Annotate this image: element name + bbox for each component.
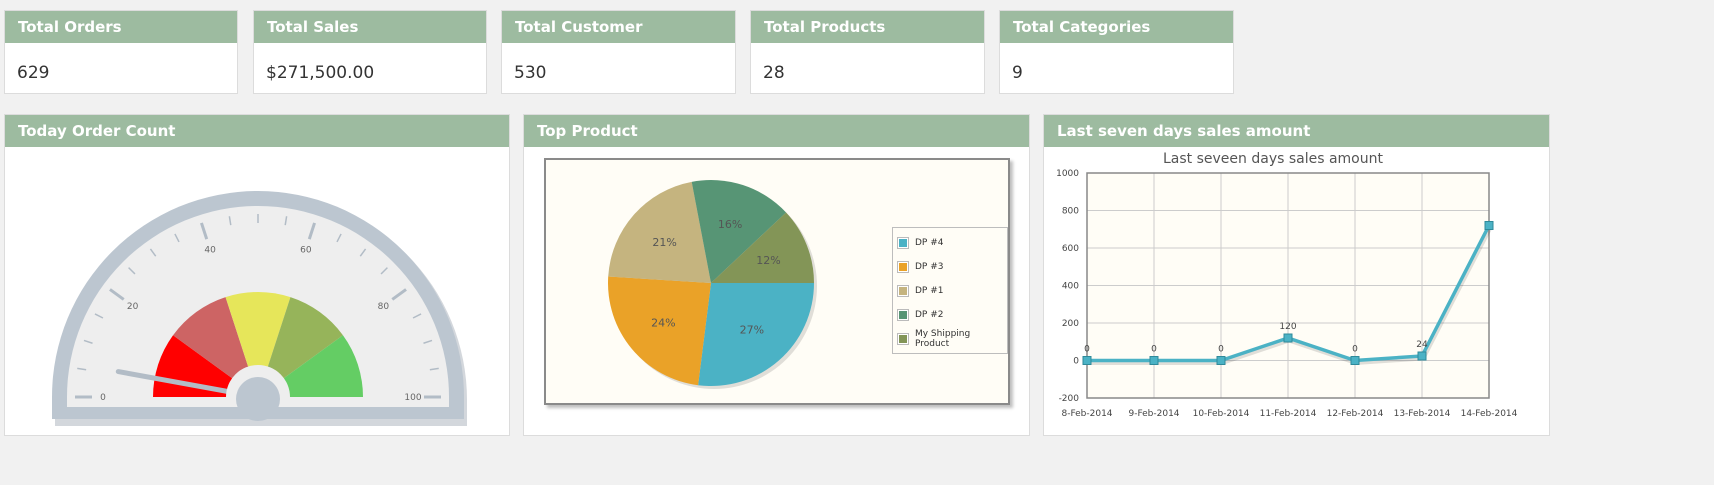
pie-legend: DP #4 DP #3 DP #1 DP #2 My Shipping Product <box>892 227 1008 354</box>
x-tick-label: 13-Feb-2014 <box>1394 409 1451 419</box>
stat-card-title: Total Orders <box>5 11 237 43</box>
x-tick-label: 14-Feb-2014 <box>1461 409 1518 419</box>
legend-swatch <box>897 333 909 345</box>
point-label: 0 <box>1218 345 1224 355</box>
point-label: 0 <box>1084 345 1090 355</box>
legend-swatch <box>897 285 909 297</box>
data-point <box>1350 356 1360 365</box>
legend-swatch-color <box>899 335 907 343</box>
legend-swatch <box>897 309 909 321</box>
y-tick-label: 200 <box>1062 319 1079 329</box>
stat-card-value: 9 <box>1012 63 1023 83</box>
legend-label: DP #1 <box>915 286 944 296</box>
legend-swatch-color <box>899 311 907 319</box>
pie-slice-label: 24% <box>651 316 675 329</box>
pie-slice-label: 16% <box>718 218 742 231</box>
data-point <box>1149 356 1159 365</box>
stat-card-title: Total Sales <box>254 11 486 43</box>
legend-label: DP #2 <box>915 310 944 320</box>
stat-card-title: Total Customer <box>502 11 735 43</box>
legend-item: My Shipping Product <box>893 327 1007 351</box>
stat-card-title: Total Categories <box>1000 11 1233 43</box>
gauge-tick-label: 80 <box>378 302 390 312</box>
legend-swatch-color <box>899 263 907 271</box>
data-point <box>1216 356 1226 365</box>
line-chart-title: Last seveen days sales amount <box>1163 151 1383 167</box>
pie-slice-label: 27% <box>740 323 764 336</box>
y-tick-label: 600 <box>1062 244 1079 254</box>
stat-card-orders: Total Orders 629 <box>4 10 238 94</box>
data-point <box>1283 333 1293 343</box>
legend-label: My Shipping Product <box>914 329 971 349</box>
stat-card-products: Total Products 28 <box>750 10 985 94</box>
point-label: 0 <box>1151 345 1157 355</box>
legend-item: DP #2 <box>893 303 1007 327</box>
point-label: 24 <box>1416 340 1428 350</box>
pie-slice <box>608 276 711 386</box>
data-point <box>1417 351 1427 361</box>
legend-label: DP #4 <box>915 238 944 248</box>
stat-card-value: 629 <box>17 63 50 83</box>
legend-item: DP #3 <box>893 255 1007 279</box>
pie-slice-label: 12% <box>756 254 780 267</box>
legend-swatch-color <box>899 239 907 247</box>
y-tick-label: -200 <box>1059 394 1080 404</box>
y-tick-label: 1000 <box>1056 169 1079 179</box>
panel-title: Today Order Count <box>5 115 509 147</box>
panel-title: Top Product <box>524 115 1029 147</box>
x-tick-label: 11-Feb-2014 <box>1260 409 1317 419</box>
gauge-tick-label: 0 <box>100 393 106 403</box>
last-seven-days-panel: Last seven days sales amount Last seveen… <box>1043 114 1550 436</box>
panel-title: Last seven days sales amount <box>1044 115 1549 147</box>
y-tick-label: 400 <box>1062 282 1079 292</box>
x-tick-label: 10-Feb-2014 <box>1193 409 1250 419</box>
sales-line-chart: Last seveen days sales amount -200 0 200 400… <box>1056 151 1518 419</box>
order-count-gauge: 0 20 40 60 80 100 <box>52 191 467 426</box>
legend-label: DP #3 <box>915 262 944 272</box>
stat-card-value: 530 <box>514 63 547 83</box>
gauge-base <box>67 407 449 419</box>
data-point <box>1082 356 1092 365</box>
stat-card-categories: Total Categories 9 <box>999 10 1234 94</box>
top-product-chart: 27% 24% 21% 16% 12% DP #4 DP #3 DP #1 DP #2 My S… <box>544 158 1010 405</box>
legend-swatch-color <box>899 287 907 295</box>
data-point <box>1484 221 1494 230</box>
stat-card-value: $271,500.00 <box>266 63 375 83</box>
x-tick-label: 12-Feb-2014 <box>1327 409 1384 419</box>
stat-card-customers: Total Customer 530 <box>501 10 736 94</box>
gauge-tick-label: 60 <box>300 246 312 256</box>
point-label: 0 <box>1352 345 1358 355</box>
y-tick-label: 0 <box>1073 357 1079 367</box>
stat-card-title: Total Products <box>751 11 984 43</box>
legend-swatch <box>897 261 909 273</box>
legend-swatch <box>897 237 909 249</box>
gauge-tick-label: 20 <box>127 302 139 312</box>
stat-card-value: 28 <box>763 63 785 83</box>
point-label: 120 <box>1279 322 1296 332</box>
top-product-panel: Top Product 27% 24% 21% 16% 12% DP #4 DP #3 DP… <box>523 114 1030 436</box>
legend-item: DP #4 <box>893 231 1007 255</box>
y-tick-label: 800 <box>1062 207 1079 217</box>
stat-card-sales: Total Sales $271,500.00 <box>253 10 487 94</box>
pie-slice-label: 21% <box>652 236 676 249</box>
legend-item: DP #1 <box>893 279 1007 303</box>
today-order-count-panel: Today Order Count 0 20 40 60 80 100 <box>4 114 510 436</box>
x-tick-label: 9-Feb-2014 <box>1128 409 1179 419</box>
x-tick-label: 8-Feb-2014 <box>1061 409 1112 419</box>
gauge-tick-label: 40 <box>204 246 216 256</box>
gauge-tick-label: 100 <box>404 393 421 403</box>
